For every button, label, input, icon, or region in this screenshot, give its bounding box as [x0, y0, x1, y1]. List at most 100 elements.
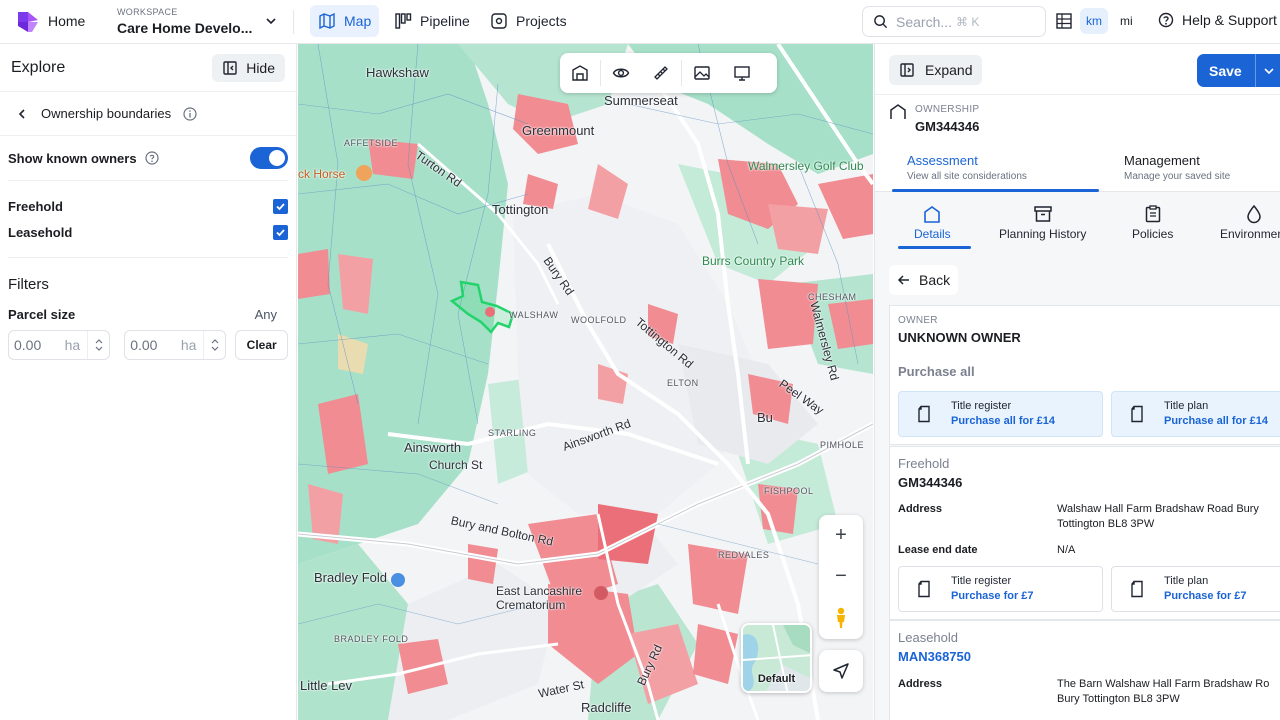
arrow-left-icon — [897, 275, 909, 285]
navigation-arrow-icon — [833, 663, 849, 679]
map-tool-measure[interactable] — [641, 53, 681, 93]
purchase-link[interactable]: Purchase all for £14 — [951, 415, 1055, 427]
purchase-link[interactable]: Purchase all for £14 — [1164, 415, 1268, 427]
purchase-all-title-register[interactable]: Title register Purchase all for £14 — [898, 391, 1103, 437]
show-known-owners-label: Show known owners — [8, 150, 137, 166]
max-size-unit: ha — [180, 337, 197, 353]
min-size-input[interactable]: 0.00 ha — [8, 330, 111, 360]
place-label: FISHPOOL — [764, 486, 814, 496]
min-size-stepper[interactable] — [87, 331, 109, 359]
purchase-link[interactable]: Purchase for £7 — [1164, 590, 1247, 602]
place-label: Radcliffe — [581, 700, 632, 715]
hide-button[interactable]: Hide — [212, 53, 285, 82]
place-label: BRADLEY FOLD — [334, 634, 409, 644]
tab-details[interactable]: Details — [914, 193, 951, 249]
filters-title: Filters — [8, 276, 49, 293]
basemap-switcher[interactable]: Default — [741, 623, 812, 693]
home-outline-icon — [890, 104, 906, 119]
ownership-caption: OWNERSHIP — [915, 104, 980, 115]
eye-icon — [612, 68, 630, 78]
detail-tabs: Details Planning History Policies Enviro… — [875, 193, 1280, 249]
expand-label: Expand — [925, 62, 973, 78]
place-label: ck Horse — [298, 167, 346, 181]
ruler-icon — [654, 66, 668, 80]
map-tool-present[interactable] — [722, 53, 762, 93]
purchase-link[interactable]: Purchase for £7 — [951, 590, 1034, 602]
unit-mi[interactable]: mi — [1114, 8, 1139, 34]
search-placeholder: Search... — [896, 13, 953, 30]
max-size-stepper[interactable] — [203, 331, 225, 359]
tab-assessment[interactable]: Assessment View all site considerations — [907, 144, 1027, 192]
parcel-size-value: Any — [254, 307, 277, 322]
layer-breadcrumb[interactable]: Ownership boundaries — [0, 92, 296, 136]
workspace-name[interactable]: Care Home Develo... — [117, 20, 252, 36]
save-button[interactable]: Save — [1197, 54, 1280, 87]
chevron-up-icon[interactable] — [95, 338, 103, 344]
freehold-checkbox[interactable] — [273, 198, 288, 214]
nav-projects-label: Projects — [516, 13, 567, 29]
info-icon[interactable] — [183, 106, 197, 121]
max-size-input[interactable]: 0.00 ha — [124, 330, 227, 360]
tab-planning-history[interactable]: Planning History — [999, 193, 1086, 249]
nav-pipeline[interactable]: Pipeline — [386, 5, 478, 37]
chevron-down-icon[interactable] — [264, 14, 278, 28]
locate-button[interactable] — [819, 650, 863, 692]
explore-header: Explore Hide — [0, 44, 296, 92]
freehold-title-plan[interactable]: Title plan Purchase for £7 — [1111, 566, 1280, 612]
map-canvas[interactable]: Hawkshaw Summerseat Greenmount AFFETSIDE… — [298, 44, 873, 720]
leasehold-id-link[interactable]: MAN368750 — [898, 649, 971, 664]
expand-button[interactable]: Expand — [889, 55, 983, 85]
freehold-card: Freehold GM344346 Address Walshaw Hall F… — [889, 446, 1280, 620]
help-label: Help & Support — [1182, 12, 1277, 28]
sidebar-collapse-icon — [223, 60, 237, 75]
chevron-down-icon[interactable] — [1263, 65, 1275, 77]
owner-caption: OWNER — [898, 315, 938, 326]
chevron-down-icon[interactable] — [95, 346, 103, 352]
owner-name: UNKNOWN OWNER — [898, 330, 1021, 345]
zoom-out-button[interactable]: − — [819, 556, 863, 597]
tab-policies[interactable]: Policies — [1132, 193, 1173, 249]
map-tool-visibility[interactable] — [601, 53, 641, 93]
show-known-owners-toggle[interactable] — [250, 147, 288, 169]
road-label: Church St — [429, 458, 483, 472]
tab-management[interactable]: Management Manage your saved site — [1124, 144, 1230, 192]
place-label: REDVALES — [718, 550, 770, 560]
freehold-label: Freehold — [8, 198, 63, 214]
search-input[interactable]: Search... ⌘ K — [862, 6, 1046, 37]
purchase-all-title-plan[interactable]: Title plan Purchase all for £14 — [1111, 391, 1280, 437]
map-tool-boundary[interactable] — [560, 53, 600, 93]
place-label: East Lancashire Crematorium — [496, 584, 583, 612]
help-circle-icon[interactable] — [144, 151, 159, 165]
check-icon — [276, 228, 285, 236]
owner-card: OWNER UNKNOWN OWNER Purchase all Title r… — [889, 305, 1280, 445]
help-support-button[interactable]: Help & Support — [1158, 12, 1277, 28]
nav-projects[interactable]: Projects — [482, 5, 575, 37]
chevron-up-icon[interactable] — [211, 338, 219, 344]
workspace-caption: WORKSPACE — [117, 7, 178, 17]
tab-environment[interactable]: Environment — [1220, 193, 1280, 249]
image-icon — [694, 66, 710, 80]
document-icon — [918, 405, 930, 423]
leasehold-card: Leasehold MAN368750 Address The Barn Wal… — [889, 620, 1280, 720]
zoom-in-button[interactable]: + — [819, 515, 863, 556]
back-button[interactable]: Back — [889, 265, 959, 295]
place-label: Little Lev — [300, 678, 353, 693]
unit-km[interactable]: km — [1080, 8, 1108, 34]
address-value: The Barn Walshaw Hall Farm Bradshaw Ro B… — [1057, 678, 1270, 705]
tab-management-title: Management — [1124, 153, 1200, 168]
chevron-down-icon[interactable] — [211, 346, 219, 352]
leasehold-checkbox[interactable] — [273, 224, 288, 240]
place-label: Bu — [757, 410, 773, 425]
search-icon — [874, 15, 888, 29]
zoom-controls: + − — [819, 515, 863, 639]
table-icon[interactable] — [1055, 12, 1073, 30]
freehold-title-register[interactable]: Title register Purchase for £7 — [898, 566, 1103, 612]
app-logo-icon[interactable] — [14, 8, 42, 36]
home-link[interactable]: Home — [48, 13, 85, 29]
street-view-button[interactable] — [819, 597, 863, 638]
clear-button[interactable]: Clear — [235, 330, 288, 360]
purchase-title: Title plan — [1164, 400, 1209, 412]
map-tool-imagery[interactable] — [682, 53, 722, 93]
chevron-left-icon[interactable] — [15, 107, 29, 121]
nav-map[interactable]: Map — [310, 5, 380, 37]
